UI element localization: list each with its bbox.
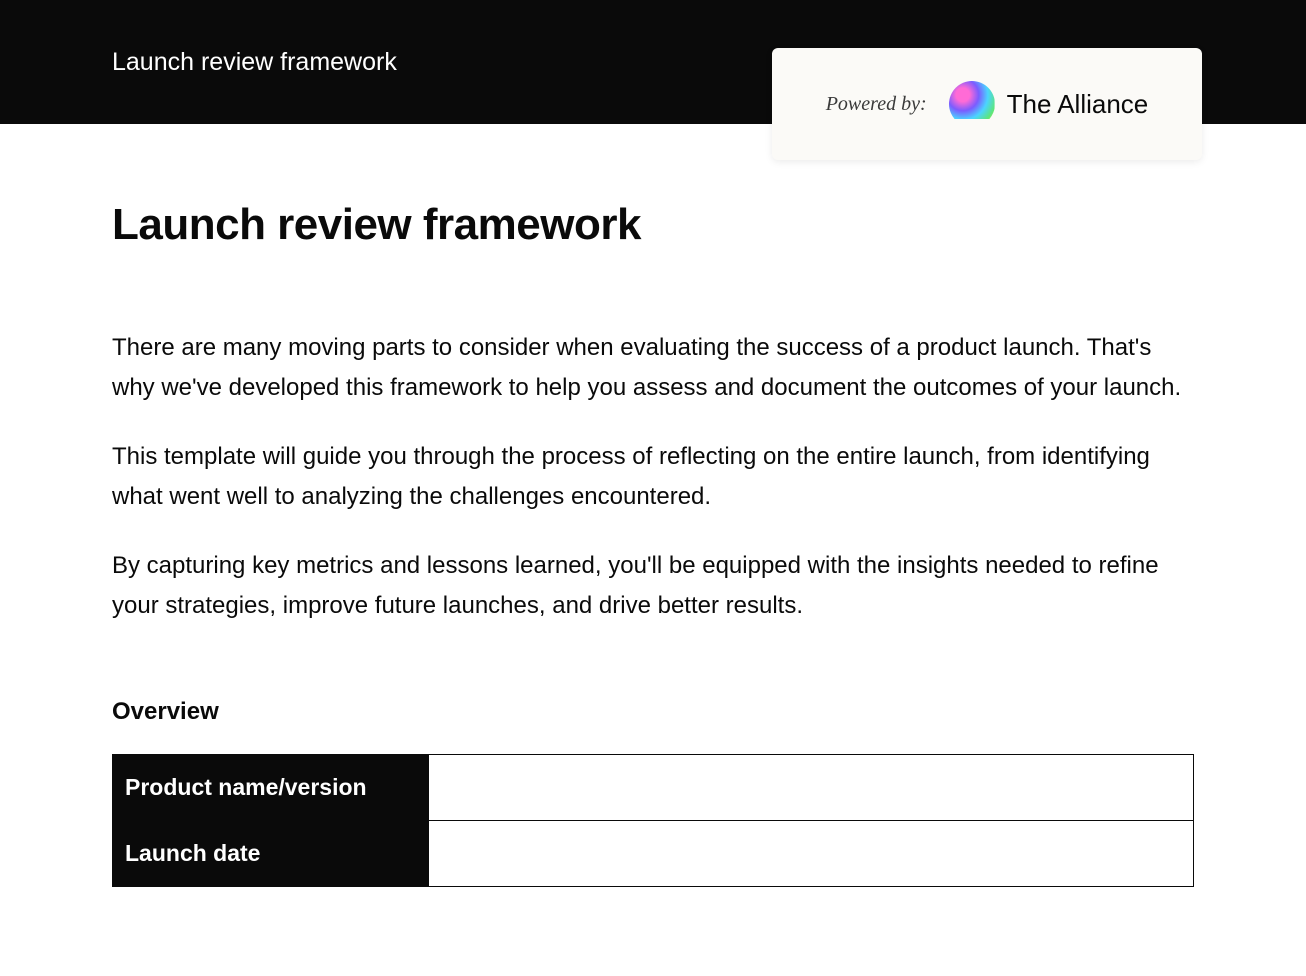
powered-by-card: Powered by: The Alliance (772, 48, 1202, 160)
row-label: Launch date (113, 820, 429, 886)
table-row: Product name/version (113, 754, 1194, 820)
page-title: Launch review framework (112, 200, 1194, 250)
powered-by-label: Powered by: (826, 93, 927, 116)
alliance-brand: The Alliance (949, 81, 1149, 127)
table-row: Launch date (113, 820, 1194, 886)
intro-paragraph: This template will guide you through the… (112, 437, 1194, 516)
intro-paragraph: There are many moving parts to consider … (112, 328, 1194, 407)
overview-table: Product name/version Launch date (112, 754, 1194, 887)
row-label: Product name/version (113, 754, 429, 820)
intro-section: There are many moving parts to consider … (112, 328, 1194, 626)
alliance-brand-name: The Alliance (1007, 89, 1149, 120)
row-value[interactable] (429, 820, 1194, 886)
header-title: Launch review framework (112, 48, 397, 77)
alliance-logo-icon (949, 81, 995, 127)
content-area: Launch review framework There are many m… (0, 124, 1306, 887)
overview-heading: Overview (112, 698, 1194, 726)
row-value[interactable] (429, 754, 1194, 820)
intro-paragraph: By capturing key metrics and lessons lea… (112, 546, 1194, 625)
